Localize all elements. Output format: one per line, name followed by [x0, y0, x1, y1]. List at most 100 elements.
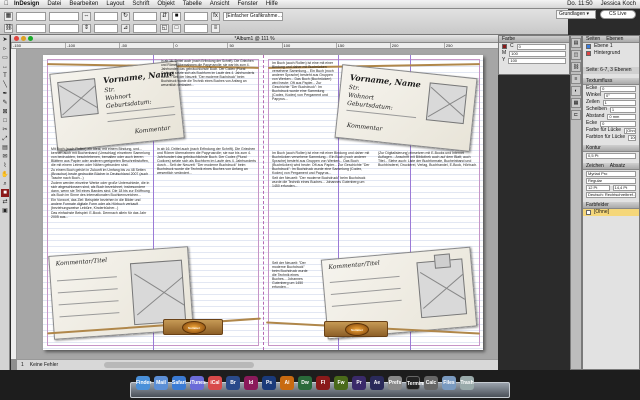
text-frame-center[interactable]: in ab 16. Drittel auch (nach Erfindung d… — [157, 147, 257, 247]
align-icon[interactable]: ≡ — [211, 24, 220, 33]
dock-terminal[interactable]: Terminal — [406, 376, 427, 390]
color-value-field[interactable]: 0 — [516, 43, 566, 50]
font-family-select[interactable]: Myriad Pro — [586, 170, 636, 177]
stroke-panel-header[interactable]: Kontur — [583, 145, 639, 152]
x-position-field[interactable] — [16, 12, 46, 21]
menu-item-ansicht[interactable]: Ansicht — [206, 0, 234, 9]
selection-tool-icon[interactable]: ➤ — [1, 36, 9, 44]
dock-bridge[interactable]: Br — [226, 376, 240, 390]
scale-x-icon[interactable]: ⇔ — [82, 12, 91, 21]
text-frame-bottom-left[interactable]: Seit der Neuzeit: "Der moderne Buchdruck… — [272, 261, 312, 323]
wrap-value-field[interactable]: 0 — [600, 85, 636, 92]
dock-dreamweaver[interactable]: Dw — [298, 376, 312, 390]
line-tool-icon[interactable]: ╲ — [1, 81, 9, 89]
rectangle-frame-tool-icon[interactable]: ⊠ — [1, 108, 9, 116]
dock-trash[interactable]: Trash — [460, 376, 474, 390]
screen-mode-icon[interactable]: ▣ — [1, 207, 9, 215]
profile-card[interactable]: Vorname, Name Str. Wohnort Geburtsdatum:… — [334, 64, 478, 152]
stroke-panel-icon[interactable]: ≡ — [571, 74, 581, 84]
left-page[interactable]: Vorname, Name Str. Wohnort Geburtsdatum:… — [43, 55, 263, 350]
wrap-value-field[interactable]: 100 % — [628, 134, 636, 141]
select-container-icon[interactable]: ◱ — [160, 24, 169, 33]
cs-live-field[interactable]: CS Live — [600, 10, 636, 19]
color-value-field[interactable]: 100 — [509, 50, 566, 57]
font-style-select[interactable]: Regular — [586, 177, 636, 184]
dock-itunes[interactable]: iTunes — [190, 376, 206, 390]
tab-character[interactable]: Zeichen — [586, 163, 604, 169]
text-frame-top-right[interactable]: in ab 16. Drittel auch (nach Erfindung d… — [161, 59, 257, 145]
stroke-weight-field[interactable] — [184, 12, 208, 21]
text-frame-left[interactable]: Mit Buch (auch Rollen) ein ideal, mit ei… — [51, 147, 151, 263]
zoom-tool-icon[interactable]: ⌕ — [1, 180, 9, 188]
right-page[interactable]: Im Buch (auch Rollen) ist eine mit einer… — [263, 55, 483, 350]
note-tool-icon[interactable]: ✉ — [1, 153, 9, 161]
page-tool-icon[interactable]: ▭ — [1, 54, 9, 62]
text-frame-col3[interactable]: (Zur Digitalisierung) einsetzen mit E-Bo… — [378, 151, 478, 261]
language-select[interactable]: Deutsch: Rechtschreibref... — [586, 191, 636, 198]
stroke-swatch-icon[interactable]: □ — [172, 24, 181, 33]
apple-menu-icon[interactable]:  — [0, 0, 10, 9]
text-frame-col1[interactable]: Im Buch (auch Rollen) ist eine mit einer… — [272, 61, 336, 147]
object-style-select[interactable]: [Einfacher Grafikrahme…] — [223, 12, 283, 21]
photo-placeholder[interactable] — [129, 259, 187, 326]
pages-panel-icon[interactable]: ▤ — [571, 38, 581, 48]
layer-row[interactable]: Ebene 1 — [583, 43, 639, 50]
width-field[interactable] — [49, 12, 79, 21]
wrap-value-field[interactable]: 0 — [600, 120, 636, 127]
shear-field[interactable] — [133, 24, 157, 33]
dock-premiere[interactable]: Pr — [352, 376, 366, 390]
menu-item-datei[interactable]: Datei — [43, 0, 65, 9]
menu-item-tabelle[interactable]: Tabelle — [179, 0, 206, 9]
document-tab[interactable]: *Album1 @ 111 % — [11, 35, 498, 43]
workspace-switcher[interactable]: Grundlagen ▾ — [556, 10, 596, 19]
color-swatch[interactable] — [502, 44, 507, 49]
flip-icon[interactable]: ⇵ — [160, 12, 169, 21]
scale-x-field[interactable] — [94, 12, 118, 21]
reference-point-icon[interactable]: ▦ — [4, 12, 13, 21]
dock-flash[interactable]: Fl — [316, 376, 330, 390]
effects-icon[interactable]: fx — [211, 12, 220, 21]
menu-item-bearbeiten[interactable]: Bearbeiten — [65, 0, 102, 9]
minimize-window-icon[interactable] — [21, 36, 26, 41]
scale-y-icon[interactable]: ⇕ — [82, 24, 91, 33]
zoom-window-icon[interactable] — [28, 36, 33, 41]
direct-selection-tool-icon[interactable]: ▹ — [1, 45, 9, 53]
wrap-value-field[interactable]: 0 mm — [607, 113, 636, 120]
tab-pages[interactable]: Seiten — [586, 36, 600, 42]
color-value-field[interactable]: 100 — [508, 57, 566, 64]
wrap-value-field[interactable]: [Ohne] — [624, 127, 636, 134]
swatch-row-selected[interactable]: [Ohne] — [583, 209, 639, 216]
y-position-field[interactable] — [16, 24, 46, 33]
text-wrap-panel-icon[interactable]: ⊏ — [571, 110, 581, 120]
menu-item-hilfe[interactable]: Hilfe — [262, 0, 282, 9]
tab-paragraph[interactable]: Absatz — [610, 163, 625, 169]
constrain-icon[interactable]: ⛓ — [4, 24, 13, 33]
color-panel-icon[interactable]: ◐ — [571, 86, 581, 96]
menu-item-objekt[interactable]: Objekt — [153, 0, 178, 9]
scissors-tool-icon[interactable]: ✂ — [1, 126, 9, 134]
dock-indesign[interactable]: Id — [244, 376, 258, 390]
hand-tool-icon[interactable]: ✋ — [1, 171, 9, 179]
swap-colors-icon[interactable]: ⇄ — [1, 198, 9, 206]
rectangle-tool-icon[interactable]: □ — [1, 117, 9, 125]
scale-y-field[interactable] — [94, 24, 118, 33]
color-panel-header[interactable]: Farbe — [499, 36, 569, 43]
wrap-value-field[interactable]: 1 — [602, 99, 636, 106]
font-size-field[interactable]: 12 Pt — [586, 184, 610, 191]
links-panel-icon[interactable]: ⛓ — [571, 62, 581, 72]
dock-illustrator[interactable]: Ai — [280, 376, 294, 390]
shear-icon[interactable]: ⊿ — [121, 24, 130, 33]
wrap-value-field[interactable]: 1 — [609, 106, 636, 113]
gap-tool-icon[interactable]: ↔ — [1, 63, 9, 71]
type-tool-icon[interactable]: T — [1, 72, 9, 80]
gradient-tool-icon[interactable]: ▤ — [1, 144, 9, 152]
dock-photoshop[interactable]: Ps — [262, 376, 276, 390]
horizontal-scrollbar[interactable] — [104, 362, 255, 368]
close-window-icon[interactable] — [14, 36, 19, 41]
dock-preferences[interactable]: Prefs — [388, 376, 402, 390]
stroke-type-field[interactable] — [184, 24, 208, 33]
leading-field[interactable]: 14,4 Pt — [612, 184, 636, 191]
pen-tool-icon[interactable]: ✒ — [1, 90, 9, 98]
dock-ical[interactable]: iCal — [208, 376, 222, 390]
layers-panel-icon[interactable]: ◫ — [571, 50, 581, 60]
